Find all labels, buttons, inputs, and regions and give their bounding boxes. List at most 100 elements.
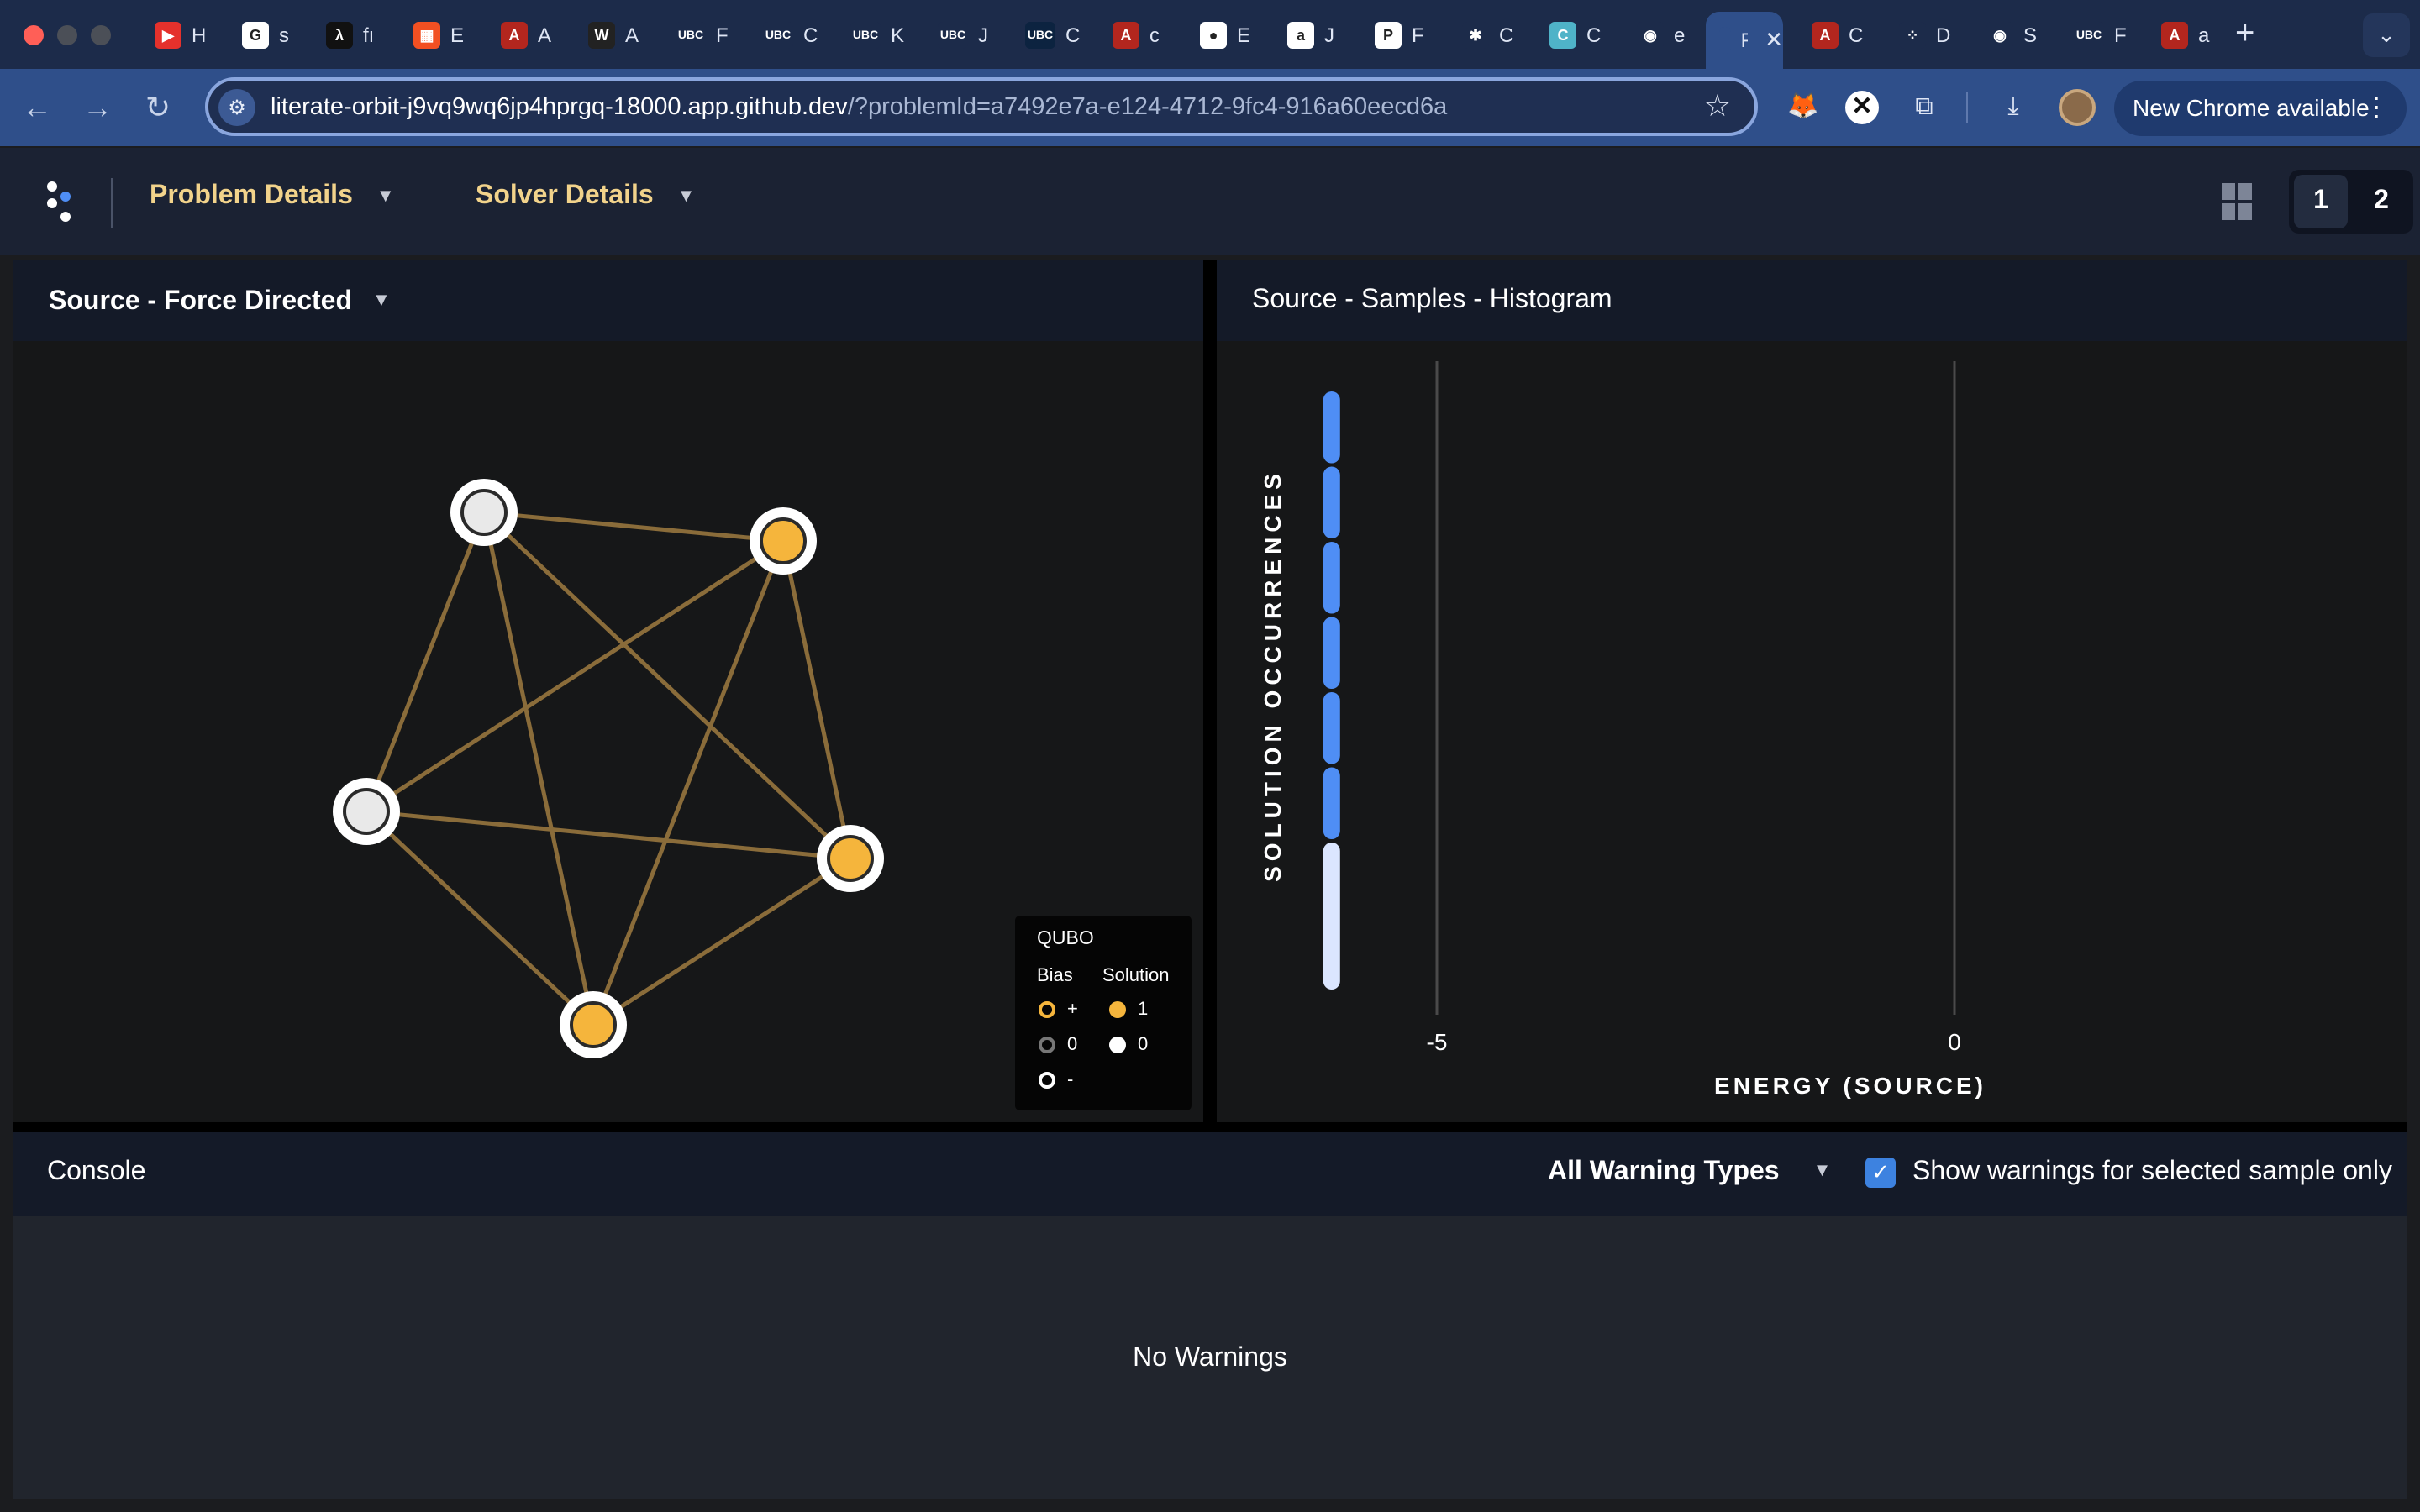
reload-icon[interactable]: ↻: [138, 87, 178, 128]
google-icon: G: [242, 22, 269, 49]
browser-tab[interactable]: ◉ e: [1623, 12, 1691, 59]
w-icon: W: [588, 22, 615, 49]
browser-tab[interactable]: UBC C: [1012, 12, 1082, 59]
pdf-icon: A: [1113, 22, 1139, 49]
browser-tab[interactable]: ▦ E: [400, 12, 467, 59]
page-1-button[interactable]: 1: [2294, 175, 2348, 228]
selected-sample-checkbox[interactable]: ✓: [1865, 1158, 1896, 1188]
close-window-button[interactable]: [24, 25, 44, 45]
graph-node[interactable]: [760, 517, 807, 564]
x-axis-label: ENERGY (SOURCE): [1714, 1073, 1986, 1099]
force-directed-panel-header[interactable]: Source - Force Directed ▼: [13, 260, 1203, 341]
x-extension-icon[interactable]: ✕: [1845, 91, 1879, 124]
browser-tab[interactable]: PF: [1361, 12, 1428, 59]
tab-title: F: [1412, 24, 1424, 47]
tab-title: E: [450, 24, 465, 47]
graph-edge: [591, 540, 786, 1026]
graph-node[interactable]: [570, 1001, 617, 1048]
tab-title: K: [891, 24, 905, 47]
page-2-button[interactable]: 2: [2354, 175, 2408, 228]
tab-title: fı: [363, 24, 375, 47]
browser-tab[interactable]: AC: [1798, 12, 1865, 59]
browser-tab[interactable]: UBC J: [924, 12, 995, 59]
metamask-extension-icon[interactable]: 🦊: [1785, 89, 1822, 126]
browser-tab[interactable]: Ac: [1099, 12, 1166, 59]
graph-node[interactable]: [460, 489, 508, 536]
browser-tab[interactable]: CC: [1536, 12, 1603, 59]
browser-tab[interactable]: λ fı: [313, 12, 380, 59]
new-tab-button[interactable]: +: [2235, 15, 2254, 54]
legend-solution-one: 1: [1109, 1000, 1148, 1020]
pdf-icon: A: [1812, 22, 1839, 49]
solver-details-label: Solver Details: [476, 181, 654, 210]
chevron-down-icon: ▼: [372, 291, 391, 311]
selected-sample-checkbox-label[interactable]: Show warnings for selected sample only: [1912, 1158, 2392, 1188]
panel-title: Source - Force Directed: [49, 287, 352, 316]
tab-title: C: [1586, 24, 1602, 47]
tab-title: F: [1741, 29, 1749, 52]
browser-tab[interactable]: UBC F: [662, 12, 733, 59]
download-icon[interactable]: ⤓: [1995, 89, 2032, 126]
apple-icon: ●: [1200, 22, 1227, 49]
github-icon: ◉: [1986, 22, 2013, 49]
warning-type-dropdown[interactable]: All Warning Types ▼: [1548, 1158, 1831, 1188]
browser-tab[interactable]: WA: [575, 12, 642, 59]
energy-histogram[interactable]: -5 0 SOLUTION OCCURRENCES ENERGY (SOURCE): [1217, 341, 2407, 1122]
graph-edge: [365, 810, 595, 1026]
browser-tab[interactable]: F✕: [1706, 12, 1783, 69]
tab-title: C: [1499, 24, 1514, 47]
legend-bias-negative: -: [1039, 1070, 1073, 1090]
chevron-down-icon: ▼: [376, 186, 395, 207]
graph-node[interactable]: [827, 835, 874, 882]
browser-tab[interactable]: AA: [487, 12, 555, 59]
tab-title: J: [978, 24, 988, 47]
youtube-icon: ▶: [155, 22, 182, 49]
tab-title: E: [1237, 24, 1251, 47]
browser-tab[interactable]: ✱ C: [1449, 12, 1516, 59]
maximize-window-button[interactable]: [91, 25, 111, 45]
browser-tab[interactable]: ◉ S: [1973, 12, 2040, 59]
graph-node[interactable]: [343, 788, 390, 835]
histogram-bar: [1323, 391, 1340, 464]
browser-tab[interactable]: UBC K: [837, 12, 908, 59]
browser-tab[interactable]: UBC F: [2060, 12, 2131, 59]
histogram-bar: [1323, 466, 1340, 538]
histogram-bar: [1323, 767, 1340, 839]
layout-grid-icon[interactable]: [2222, 183, 2259, 220]
extensions-puzzle-icon[interactable]: ⧉: [1906, 89, 1943, 126]
histogram-bar: [1323, 542, 1340, 614]
tab-search-button[interactable]: ⌄: [2363, 13, 2410, 57]
pdf-icon: A: [501, 22, 528, 49]
profile-avatar[interactable]: [2059, 89, 2096, 126]
amazon-icon: a: [1287, 22, 1314, 49]
site-info-icon[interactable]: ⚙: [218, 89, 255, 126]
bookmark-star-icon[interactable]: ☆: [1704, 89, 1731, 124]
minimize-window-button[interactable]: [57, 25, 77, 45]
tab-title: A: [625, 24, 639, 47]
chrome-update-button[interactable]: New Chrome available ⋮: [2114, 81, 2407, 136]
app-logo[interactable]: [44, 178, 84, 228]
browser-tab[interactable]: UBC C: [750, 12, 820, 59]
problem-details-label: Problem Details: [150, 181, 353, 210]
browser-tab[interactable]: ▶ H: [141, 12, 208, 59]
browser-tab[interactable]: ⁘ D: [1886, 12, 1953, 59]
browser-tab[interactable]: aJ: [1274, 12, 1341, 59]
panel-resize-handle-horizontal[interactable]: [13, 1122, 2407, 1132]
solver-details-menu[interactable]: Solver Details ▼: [476, 181, 695, 212]
histogram-bar: [1323, 843, 1340, 990]
browser-tab[interactable]: Gs: [229, 12, 296, 59]
legend-solution-zero: 0: [1109, 1035, 1148, 1055]
close-tab-icon[interactable]: ✕: [1765, 27, 1783, 54]
tab-title: S: [2023, 24, 2038, 47]
forward-arrow-icon[interactable]: →: [77, 87, 118, 128]
no-warnings-message: No Warnings: [1133, 1344, 1287, 1373]
more-vert-icon[interactable]: ⋮: [2363, 81, 2390, 136]
browser-tab[interactable]: Aa: [2148, 12, 2215, 59]
tab-title: C: [1065, 24, 1081, 47]
tab-title: C: [1849, 24, 1864, 47]
browser-tab[interactable]: ● E: [1186, 12, 1254, 59]
back-arrow-icon[interactable]: ←: [17, 87, 57, 128]
panel-resize-handle-vertical[interactable]: [1203, 260, 1217, 1131]
problem-details-menu[interactable]: Problem Details ▼: [150, 181, 395, 212]
address-bar[interactable]: ⚙ literate-orbit-j9vq9wq6jp4hprgq-18000.…: [205, 77, 1758, 136]
